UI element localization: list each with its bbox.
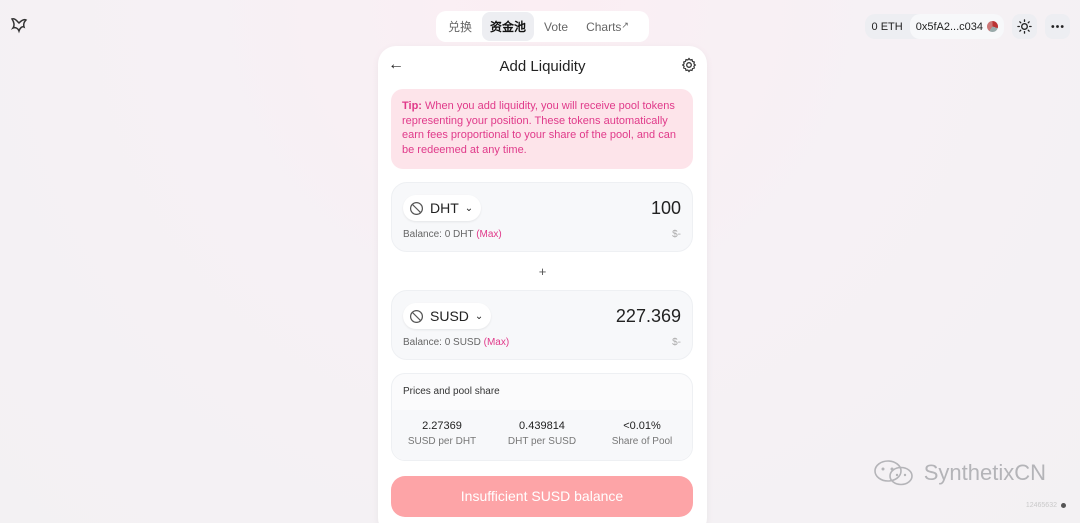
insufficient-balance-button[interactable]: Insufficient SUSD balance bbox=[391, 476, 693, 517]
tab-vote[interactable]: Vote bbox=[536, 14, 576, 40]
avatar bbox=[987, 21, 998, 32]
price-label: DHT per SUSD bbox=[507, 436, 577, 447]
token-b-max-button[interactable]: (Max) bbox=[484, 337, 510, 348]
watermark-text: SynthetixCN bbox=[923, 460, 1046, 485]
price-col-share-of-pool: <0.01% Share of Pool bbox=[592, 410, 692, 460]
eth-balance: 0 ETH bbox=[871, 20, 903, 33]
block-number-text: 12465632 bbox=[1025, 502, 1057, 509]
more-icon bbox=[1051, 25, 1064, 28]
token-a-balance-text: Balance: 0 DHT bbox=[403, 229, 474, 240]
no-token-logo-icon bbox=[409, 201, 424, 215]
price-col-dht-per-susd: 0.439814 DHT per SUSD bbox=[492, 410, 592, 460]
token-b-amount-input[interactable] bbox=[531, 306, 681, 327]
uniswap-logo-icon[interactable] bbox=[9, 15, 29, 35]
account-address: 0x5fA2...c034 bbox=[915, 20, 983, 33]
block-number: 12465632 bbox=[1026, 502, 1066, 509]
token-b-balance-text: Balance: 0 SUSD bbox=[403, 337, 481, 348]
external-link-icon: ↗ bbox=[621, 19, 629, 30]
chevron-down-icon: ⌄ bbox=[474, 310, 484, 322]
main-nav: 兑换 资金池 Vote Charts↗ bbox=[436, 11, 649, 42]
token-a-amount-input[interactable] bbox=[531, 198, 681, 219]
prices-pool-share-panel: Prices and pool share 2.27369 SUSD per D… bbox=[391, 373, 693, 461]
tab-pool[interactable]: 资金池 bbox=[482, 12, 535, 41]
chevron-down-icon: ⌄ bbox=[464, 202, 474, 214]
token-b-usd-value: $- bbox=[672, 337, 681, 348]
wechat-icon bbox=[873, 460, 913, 486]
wallet-widget: 0 ETH 0x5fA2...c034 bbox=[864, 14, 1004, 39]
watermark: SynthetixCN bbox=[872, 459, 1046, 487]
tab-swap[interactable]: 兑换 bbox=[440, 12, 480, 41]
token-a-selector[interactable]: DHT ⌄ bbox=[403, 195, 482, 221]
token-a-symbol: DHT bbox=[430, 200, 459, 216]
no-token-logo-icon bbox=[409, 309, 424, 323]
tip-text: When you add liquidity, you will receive… bbox=[402, 100, 676, 156]
prices-heading: Prices and pool share bbox=[403, 386, 500, 397]
tab-charts[interactable]: Charts↗ bbox=[578, 14, 637, 40]
tip-banner: Tip: When you add liquidity, you will re… bbox=[391, 89, 693, 169]
plus-icon: + bbox=[538, 264, 547, 279]
tip-label: Tip: bbox=[402, 100, 422, 112]
token-a-balance: Balance: 0 DHT (Max) bbox=[403, 229, 502, 240]
header-actions: 0 ETH 0x5fA2...c034 bbox=[864, 14, 1070, 39]
price-value: 2.27369 bbox=[422, 420, 462, 432]
price-label: SUSD per DHT bbox=[407, 436, 477, 447]
price-label: Share of Pool bbox=[611, 436, 673, 447]
add-liquidity-card: ← Add Liquidity Tip: When you add liquid… bbox=[378, 46, 707, 523]
tab-charts-label: Charts bbox=[586, 19, 622, 34]
token-b-input-panel: SUSD ⌄ Balance: 0 SUSD (Max) $- bbox=[391, 290, 693, 360]
settings-gear-icon[interactable] bbox=[681, 57, 697, 73]
sun-icon bbox=[1017, 19, 1032, 34]
card-header: ← Add Liquidity bbox=[378, 46, 707, 86]
token-a-input-panel: DHT ⌄ Balance: 0 DHT (Max) $- bbox=[391, 182, 693, 252]
price-value: <0.01% bbox=[623, 420, 661, 432]
price-value: 0.439814 bbox=[519, 420, 565, 432]
more-menu-button[interactable] bbox=[1045, 14, 1070, 39]
status-dot bbox=[1061, 503, 1066, 508]
prices-grid: 2.27369 SUSD per DHT 0.439814 DHT per SU… bbox=[392, 410, 692, 460]
theme-toggle-button[interactable] bbox=[1012, 14, 1037, 39]
page-title: Add Liquidity bbox=[499, 58, 586, 75]
token-b-selector[interactable]: SUSD ⌄ bbox=[403, 303, 492, 329]
price-col-susd-per-dht: 2.27369 SUSD per DHT bbox=[392, 410, 492, 460]
token-a-usd-value: $- bbox=[672, 229, 681, 240]
account-button[interactable]: 0x5fA2...c034 bbox=[909, 14, 1004, 39]
token-b-symbol: SUSD bbox=[430, 308, 469, 324]
token-b-balance: Balance: 0 SUSD (Max) bbox=[403, 337, 509, 348]
token-a-max-button[interactable]: (Max) bbox=[476, 229, 502, 240]
